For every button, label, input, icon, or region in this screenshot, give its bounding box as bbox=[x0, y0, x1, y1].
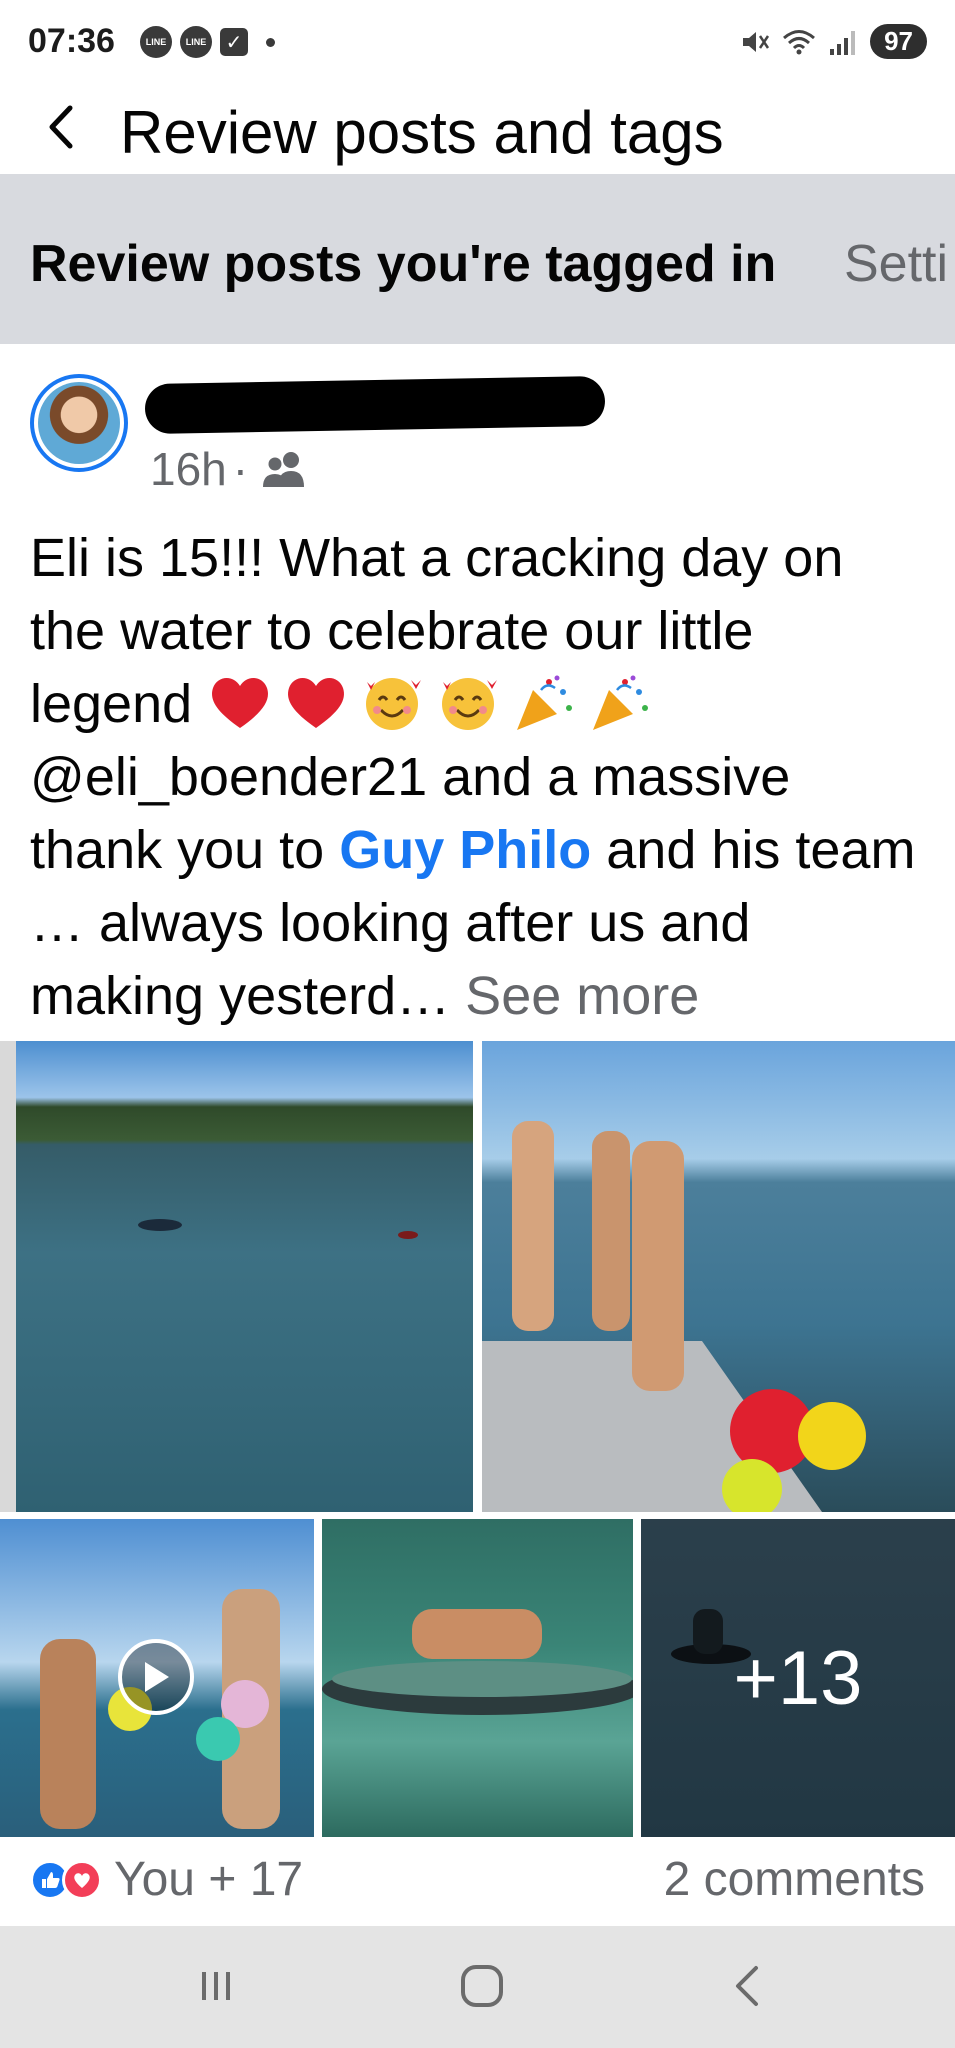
post-photo-paddleboard[interactable] bbox=[322, 1519, 633, 1837]
home-button[interactable] bbox=[442, 1956, 522, 2016]
chevron-left-icon bbox=[49, 105, 73, 149]
tagged-person-link[interactable]: Guy Philo bbox=[339, 820, 591, 880]
paddleboard-scene-image bbox=[322, 1609, 633, 1715]
back-button[interactable] bbox=[30, 92, 90, 162]
thumbs-up-icon bbox=[42, 1871, 60, 1888]
see-more-link[interactable]: See more bbox=[465, 966, 699, 1026]
party-popper-emoji-icon bbox=[593, 675, 649, 730]
status-bar: 07:36 LINE LINE ✓ 97 bbox=[0, 0, 955, 84]
friends-icon bbox=[263, 452, 305, 487]
heart-icon bbox=[74, 1872, 90, 1888]
battery-indicator: 97 bbox=[870, 24, 927, 59]
play-icon bbox=[145, 1662, 169, 1692]
page-title: Review posts and tags bbox=[120, 99, 724, 166]
status-time: 07:36 bbox=[28, 22, 115, 60]
review-tab-bar: Review posts you're tagged in Setti bbox=[0, 174, 955, 344]
play-video-button[interactable] bbox=[118, 1639, 194, 1715]
deck-scene-image bbox=[482, 1121, 866, 1512]
red-heart-emoji-icon bbox=[288, 677, 345, 728]
avatar[interactable] bbox=[30, 374, 128, 472]
reactions-summary[interactable]: You + 17 bbox=[30, 1852, 303, 1907]
love-reaction-icon bbox=[62, 1859, 102, 1900]
smiling-face-with-hearts-emoji-icon bbox=[366, 678, 422, 730]
system-navigation-bar bbox=[0, 1926, 955, 2048]
author-name-redacted[interactable] bbox=[144, 374, 606, 438]
line-app-icon: LINE bbox=[140, 26, 172, 58]
recent-apps-icon bbox=[202, 1972, 230, 2000]
recent-apps-button[interactable] bbox=[176, 1956, 256, 2016]
post-text: Eli is 15!!! What a cracking day on the … bbox=[30, 522, 930, 1033]
tab-settings[interactable]: Setti bbox=[844, 234, 948, 294]
line-app-icon: LINE bbox=[180, 26, 212, 58]
boat-scene-image bbox=[0, 1041, 418, 1512]
tab-review-tagged-posts[interactable]: Review posts you're tagged in bbox=[30, 234, 776, 294]
system-back-button[interactable] bbox=[708, 1956, 788, 2016]
comments-count[interactable]: 2 comments bbox=[664, 1852, 925, 1907]
avatar-photo bbox=[38, 382, 120, 464]
smiling-face-with-hearts-emoji-icon bbox=[442, 678, 498, 730]
system-icons: 97 bbox=[740, 24, 927, 59]
post-photo-boats[interactable] bbox=[0, 1041, 473, 1512]
meta-separator: · bbox=[232, 443, 249, 495]
home-icon bbox=[461, 1965, 503, 2007]
wifi-icon bbox=[783, 29, 816, 54]
post-photo-more[interactable]: +13 bbox=[641, 1519, 955, 1837]
red-heart-emoji-icon bbox=[212, 677, 269, 728]
redaction-mark bbox=[144, 375, 606, 435]
check-notification-icon: ✓ bbox=[220, 28, 248, 56]
post-meta: 16h · bbox=[150, 442, 308, 496]
post-card: 16h · Eli is 15!!! What a cracking day o… bbox=[0, 344, 955, 1926]
post-photo-boys-on-deck[interactable] bbox=[482, 1041, 955, 1512]
more-notifications-dot-icon bbox=[266, 37, 275, 47]
back-arrow-icon bbox=[736, 1966, 758, 2006]
more-photos-count[interactable]: +13 bbox=[641, 1519, 955, 1837]
reaction-count: You + 17 bbox=[114, 1853, 304, 1906]
mute-icon bbox=[743, 31, 770, 52]
party-popper-emoji-icon bbox=[517, 675, 573, 730]
post-video-thumbnail[interactable] bbox=[0, 1519, 314, 1837]
app-header: Review posts and tags bbox=[0, 84, 955, 174]
notification-icons: LINE LINE ✓ bbox=[140, 26, 275, 58]
post-time[interactable]: 16h bbox=[150, 442, 227, 496]
signal-icon bbox=[830, 30, 856, 55]
